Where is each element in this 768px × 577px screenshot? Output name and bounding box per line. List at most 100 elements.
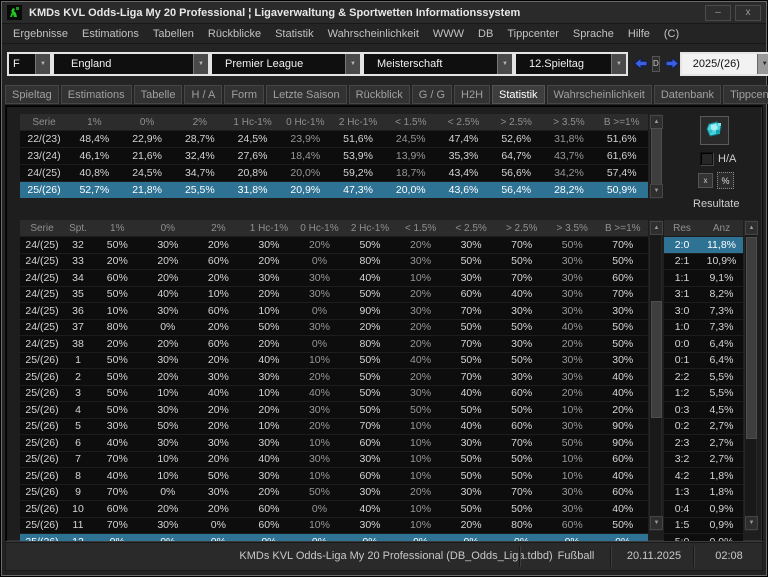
table-row[interactable]: 25/(26) 2 50%20%30%30%20%50%20%70%30%30%… xyxy=(20,368,648,385)
menu-item[interactable]: (C) xyxy=(657,26,686,42)
percent-cell: 30% xyxy=(547,255,598,267)
table-row[interactable]: 24/(25) 32 50%30%20%30%20%50%20%30%70%50… xyxy=(20,236,648,253)
tab[interactable]: Datenbank xyxy=(654,85,721,104)
gem-button[interactable] xyxy=(700,116,729,145)
menu-item[interactable]: Sprache xyxy=(566,26,621,42)
tab[interactable]: Rückblick xyxy=(349,85,410,104)
menu-item[interactable]: Tippcenter xyxy=(500,26,566,42)
menu-item[interactable]: Tabellen xyxy=(146,26,201,42)
sport-combo[interactable]: F ▼ xyxy=(7,52,52,76)
table-row[interactable]: 25/(26) 6 40%30%30%30%10%60%10%30%70%50%… xyxy=(20,434,648,451)
scrollbar-thumb[interactable] xyxy=(651,301,662,418)
table-row[interactable]: 3:2 2,7% xyxy=(664,451,743,468)
table-row[interactable]: 22/(23) 48,4%22,9%28,7%24,5%23,9%51,6%24… xyxy=(20,130,648,147)
menu-item[interactable]: Estimations xyxy=(75,26,146,42)
menu-item[interactable]: DB xyxy=(471,26,500,42)
tab[interactable]: Statistik xyxy=(492,85,545,104)
table-row[interactable]: 25/(26) 5 30%50%20%10%20%70%10%40%60%30%… xyxy=(20,418,648,435)
table-row[interactable]: 25/(26) 9 70%0%30%20%50%30%20%30%70%30%6… xyxy=(20,484,648,501)
chevron-down-icon[interactable]: ▼ xyxy=(757,54,768,74)
menu-item[interactable]: Wahrscheinlichkeit xyxy=(321,26,426,42)
scroll-down-icon[interactable]: ▼ xyxy=(650,184,663,198)
close-button[interactable]: x xyxy=(735,5,761,21)
table-row[interactable]: 3:1 8,2% xyxy=(664,286,743,303)
scroll-down-icon[interactable]: ▼ xyxy=(745,516,758,530)
tab[interactable]: Letzte Saison xyxy=(266,85,347,104)
menu-item[interactable]: Statistik xyxy=(268,26,321,42)
chevron-down-icon[interactable]: ▼ xyxy=(611,54,626,74)
tab[interactable]: Wahrscheinlichkeit xyxy=(547,85,652,104)
tab[interactable]: H / A xyxy=(184,85,222,104)
matchday-combo[interactable]: 12.Spieltag ▼ xyxy=(514,52,628,76)
table-row[interactable]: 24/(25) 33 20%20%60%20%0%80%30%50%50%30%… xyxy=(20,253,648,270)
scrollbar-thumb[interactable] xyxy=(651,128,662,187)
summary-table-scrollbar[interactable]: ▲ ▼ xyxy=(649,114,662,199)
table-row[interactable]: 0:0 6,4% xyxy=(664,335,743,352)
menu-item[interactable]: Hilfe xyxy=(621,26,657,42)
x-mode-button[interactable]: x xyxy=(698,173,713,188)
ha-checkbox[interactable] xyxy=(700,152,713,165)
table-row[interactable]: 24/(25) 35 50%40%10%20%30%50%20%60%40%30… xyxy=(20,286,648,303)
d-button[interactable]: D xyxy=(652,56,660,72)
scroll-up-icon[interactable]: ▲ xyxy=(650,221,663,235)
menu-item[interactable]: WWW xyxy=(426,26,471,42)
table-row[interactable]: 1:3 1,8% xyxy=(664,484,743,501)
table-row[interactable]: 25/(26) 11 70%30%0%60%10%30%10%20%80%60%… xyxy=(20,517,648,534)
minimize-button[interactable]: – xyxy=(705,5,731,21)
chevron-down-icon[interactable]: ▼ xyxy=(35,54,50,74)
tab[interactable]: G / G xyxy=(412,85,452,104)
scroll-down-icon[interactable]: ▼ xyxy=(650,516,663,530)
table-row[interactable]: 1:1 9,1% xyxy=(664,269,743,286)
menu-item[interactable]: Ergebnisse xyxy=(6,26,75,42)
competition-combo[interactable]: Meisterschaft ▼ xyxy=(362,52,514,76)
menu-item[interactable]: Rückblicke xyxy=(201,26,268,42)
table-row[interactable]: 2:2 5,5% xyxy=(664,368,743,385)
table-row[interactable]: 25/(26) 3 50%10%40%10%40%50%30%40%60%20%… xyxy=(20,385,648,402)
table-row[interactable]: 25/(26) 10 60%20%20%60%0%40%10%50%50%30%… xyxy=(20,500,648,517)
table-row[interactable]: 25/(26) 4 50%30%20%20%30%50%50%50%50%10%… xyxy=(20,401,648,418)
chevron-down-icon[interactable]: ▼ xyxy=(497,54,512,74)
table-row[interactable]: 24/(25) 40,8%24,5%34,7%20,8%20,0%59,2%18… xyxy=(20,164,648,181)
table-row[interactable]: 2:1 10,9% xyxy=(664,253,743,270)
tab[interactable]: Tippcenter xyxy=(723,85,768,104)
table-row[interactable]: 3:0 7,3% xyxy=(664,302,743,319)
table-row[interactable]: 25/(26) 1 50%30%20%40%10%50%40%50%50%30%… xyxy=(20,352,648,369)
table-row[interactable]: 23/(24) 46,1%21,6%32,4%27,6%18,4%53,9%13… xyxy=(20,147,648,164)
table-row[interactable]: 25/(26) 7 70%10%20%40%30%30%10%50%50%10%… xyxy=(20,451,648,468)
table-row[interactable]: 25/(26) 52,7%21,8%25,5%31,8%20,9%47,3%20… xyxy=(20,181,648,198)
detail-table-scrollbar[interactable]: ▲ ▼ xyxy=(649,220,662,531)
tab[interactable]: H2H xyxy=(454,85,490,104)
table-row[interactable]: 1:0 7,3% xyxy=(664,319,743,336)
table-row[interactable]: 4:2 1,8% xyxy=(664,467,743,484)
table-row[interactable]: 0:4 0,9% xyxy=(664,500,743,517)
table-row[interactable]: 2:0 11,8% xyxy=(664,236,743,253)
table-row[interactable]: 1:2 5,5% xyxy=(664,385,743,402)
table-row[interactable]: 24/(25) 36 10%30%60%10%0%90%30%70%30%30%… xyxy=(20,302,648,319)
tab[interactable]: Spieltag xyxy=(5,85,59,104)
percent-mode-button[interactable]: % xyxy=(717,172,734,189)
table-row[interactable]: 24/(25) 38 20%20%60%20%0%80%20%70%30%20%… xyxy=(20,335,648,352)
table-row[interactable]: 24/(25) 34 60%20%20%30%30%40%10%30%70%30… xyxy=(20,269,648,286)
next-matchday-button[interactable] xyxy=(665,55,680,72)
table-row[interactable]: 25/(26) 8 40%10%50%30%10%60%10%50%50%10%… xyxy=(20,467,648,484)
chevron-down-icon[interactable]: ▼ xyxy=(345,54,360,74)
scroll-up-icon[interactable]: ▲ xyxy=(745,221,758,235)
tab[interactable]: Tabelle xyxy=(134,85,183,104)
season-combo[interactable]: 2025/(26) ▼ xyxy=(680,52,768,76)
ha-option[interactable]: H/A xyxy=(700,152,736,165)
table-row[interactable]: 0:1 6,4% xyxy=(664,352,743,369)
table-row[interactable]: 0:3 4,5% xyxy=(664,401,743,418)
tab[interactable]: Estimations xyxy=(61,85,132,104)
table-row[interactable]: 2:3 2,7% xyxy=(664,434,743,451)
chevron-down-icon[interactable]: ▼ xyxy=(193,54,208,74)
scrollbar-thumb[interactable] xyxy=(746,237,757,439)
prev-matchday-button[interactable] xyxy=(633,55,648,72)
table-row[interactable]: 24/(25) 37 80%0%20%50%30%20%20%50%50%40%… xyxy=(20,319,648,336)
table-row[interactable]: 0:2 2,7% xyxy=(664,418,743,435)
league-combo[interactable]: Premier League ▼ xyxy=(210,52,362,76)
table-row[interactable]: 1:5 0,9% xyxy=(664,517,743,534)
scroll-up-icon[interactable]: ▲ xyxy=(650,115,663,129)
country-combo[interactable]: England ▼ xyxy=(52,52,210,76)
tab[interactable]: Form xyxy=(224,85,264,104)
result-table-scrollbar[interactable]: ▲ ▼ xyxy=(744,220,757,531)
